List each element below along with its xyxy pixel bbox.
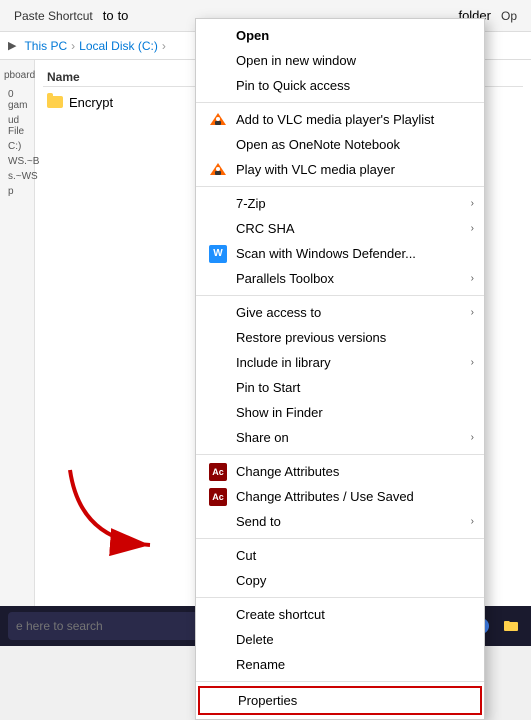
menu-item-label-cut: Cut [236, 548, 256, 563]
menu-item-label-crc-sha: CRC SHA [236, 221, 295, 236]
menu-item-share-on[interactable]: Share on › [196, 425, 484, 450]
menu-item-label-pin-quick-access: Pin to Quick access [236, 78, 350, 93]
toolbar-to2-label: to [118, 8, 129, 23]
menu-item-7zip[interactable]: 7-Zip › [196, 191, 484, 216]
ac-icon: Ac [208, 487, 228, 507]
menu-separator-after-parallels [196, 295, 484, 296]
menu-item-label-open: Open [236, 28, 269, 43]
menu-item-cut[interactable]: Cut [196, 543, 484, 568]
menu-item-label-add-vlc-playlist: Add to VLC media player's Playlist [236, 112, 434, 127]
menu-item-give-access[interactable]: Give access to › [196, 300, 484, 325]
file-name-encrypt: Encrypt [69, 95, 113, 110]
menu-arrow-share-on: › [471, 432, 474, 443]
sidebar: pboard 0 gam ud File C:) WS.~B s.~WS p [0, 60, 35, 626]
menu-item-label-give-access: Give access to [236, 305, 321, 320]
menu-item-label-create-shortcut: Create shortcut [236, 607, 325, 622]
taskbar-folder-icon[interactable] [499, 614, 523, 638]
menu-item-change-attributes[interactable]: Ac Change Attributes [196, 459, 484, 484]
menu-item-create-shortcut[interactable]: Create shortcut [196, 602, 484, 627]
menu-item-label-open-onenote: Open as OneNote Notebook [236, 137, 400, 152]
menu-item-rename[interactable]: Rename [196, 652, 484, 677]
paste-shortcut-button[interactable]: Paste Shortcut [8, 7, 99, 25]
menu-separator-after-copy [196, 597, 484, 598]
menu-arrow-give-access: › [471, 307, 474, 318]
sidebar-item-6: p [8, 184, 26, 199]
menu-separator-after-pin-quick-access [196, 102, 484, 103]
menu-item-parallels[interactable]: Parallels Toolbox › [196, 266, 484, 291]
menu-item-include-library[interactable]: Include in library › [196, 350, 484, 375]
menu-item-label-change-attributes: Change Attributes [236, 464, 339, 479]
sidebar-item-3: C:) [8, 139, 26, 154]
menu-item-label-7zip: 7-Zip [236, 196, 266, 211]
breadcrumb-this-pc[interactable]: This PC [24, 39, 67, 53]
context-menu: Open Open in new window Pin to Quick acces… [195, 18, 485, 720]
menu-item-open-onenote[interactable]: Open as OneNote Notebook [196, 132, 484, 157]
menu-item-show-finder[interactable]: Show in Finder [196, 400, 484, 425]
menu-item-send-to[interactable]: Send to › [196, 509, 484, 534]
menu-item-label-include-library: Include in library [236, 355, 331, 370]
menu-item-label-share-on: Share on [236, 430, 289, 445]
menu-item-crc-sha[interactable]: CRC SHA › [196, 216, 484, 241]
menu-item-label-delete: Delete [236, 632, 274, 647]
menu-item-label-show-finder: Show in Finder [236, 405, 323, 420]
menu-item-pin-quick-access[interactable]: Pin to Quick access [196, 73, 484, 98]
menu-separator-after-share-on [196, 454, 484, 455]
menu-item-label-rename: Rename [236, 657, 285, 672]
menu-item-scan-defender[interactable]: W Scan with Windows Defender... [196, 241, 484, 266]
menu-item-change-attributes-saved[interactable]: Ac Change Attributes / Use Saved [196, 484, 484, 509]
sidebar-clipboard-label: pboard [0, 68, 34, 83]
menu-arrow-parallels: › [471, 273, 474, 284]
defender-icon: W [208, 244, 228, 264]
vlc-icon [208, 160, 228, 180]
sidebar-item-1: 0 gam [8, 87, 26, 113]
op-button[interactable]: Op [495, 7, 523, 25]
menu-item-label-open-new-window: Open in new window [236, 53, 356, 68]
menu-item-restore-versions[interactable]: Restore previous versions [196, 325, 484, 350]
sidebar-item-4: WS.~B [8, 154, 26, 169]
menu-separator-after-play-vlc [196, 186, 484, 187]
vlc-icon [208, 110, 228, 130]
menu-item-pin-start[interactable]: Pin to Start [196, 375, 484, 400]
menu-item-label-properties: Properties [238, 693, 297, 708]
menu-item-label-scan-defender: Scan with Windows Defender... [236, 246, 416, 261]
menu-item-label-change-attributes-saved: Change Attributes / Use Saved [236, 489, 414, 504]
sidebar-item-2: ud File [8, 113, 26, 139]
menu-item-label-parallels: Parallels Toolbox [236, 271, 334, 286]
menu-item-play-vlc[interactable]: Play with VLC media player [196, 157, 484, 182]
sidebar-item-5: s.~WS [8, 169, 26, 184]
menu-item-label-restore-versions: Restore previous versions [236, 330, 386, 345]
menu-item-label-send-to: Send to [236, 514, 281, 529]
menu-arrow-7zip: › [471, 198, 474, 209]
menu-item-label-play-vlc: Play with VLC media player [236, 162, 395, 177]
menu-arrow-send-to: › [471, 516, 474, 527]
sidebar-items: 0 gam ud File C:) WS.~B s.~WS p [0, 83, 34, 203]
toolbar-to-label: to [103, 8, 114, 23]
menu-item-label-pin-start: Pin to Start [236, 380, 300, 395]
menu-separator-after-rename [196, 681, 484, 682]
menu-arrow-include-library: › [471, 357, 474, 368]
menu-item-label-copy: Copy [236, 573, 266, 588]
menu-item-properties[interactable]: Properties [198, 686, 482, 715]
folder-icon [47, 94, 63, 110]
breadcrumb-arrow: ▶ [8, 39, 16, 52]
breadcrumb-local-disk[interactable]: Local Disk (C:) [79, 39, 158, 53]
menu-arrow-crc-sha: › [471, 223, 474, 234]
menu-separator-after-send-to [196, 538, 484, 539]
menu-item-open-new-window[interactable]: Open in new window [196, 48, 484, 73]
menu-item-open[interactable]: Open [196, 23, 484, 48]
ac-icon: Ac [208, 462, 228, 482]
menu-item-add-vlc-playlist[interactable]: Add to VLC media player's Playlist [196, 107, 484, 132]
menu-item-delete[interactable]: Delete [196, 627, 484, 652]
menu-item-copy[interactable]: Copy [196, 568, 484, 593]
